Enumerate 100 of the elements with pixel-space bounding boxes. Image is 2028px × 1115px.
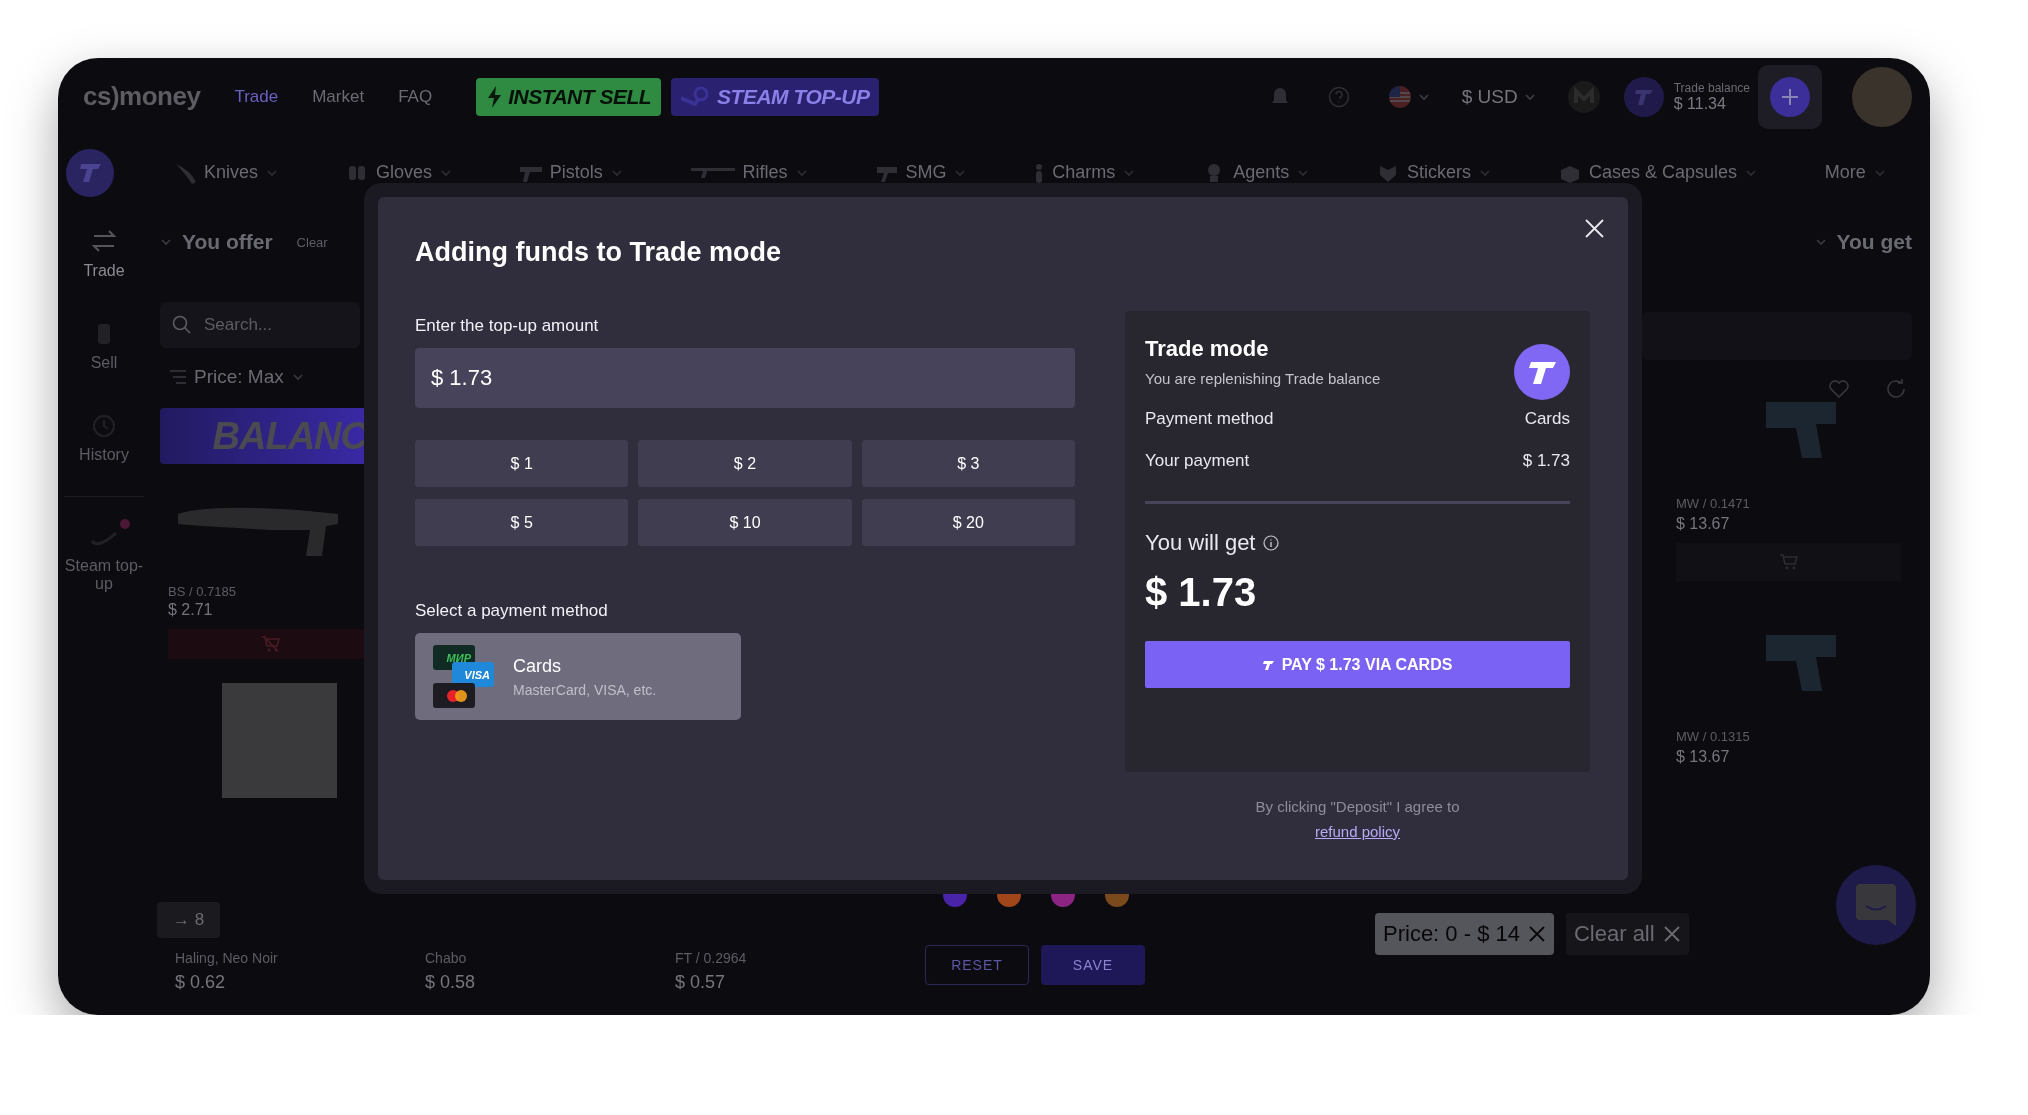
promo-button[interactable]: INSTANT SELL [476,77,662,116]
add-to-cart-button[interactable] [1676,543,1901,581]
history-icon [90,412,118,440]
amount-preset-button[interactable]: $ 1 [415,440,629,487]
category-tab[interactable]: More [1824,161,1886,184]
avatar-t-icon [1623,76,1664,117]
lightning-icon [486,85,503,108]
search-field[interactable]: Search... [160,302,360,348]
search-icon [172,315,191,334]
charm-icon [1034,161,1045,184]
category-tab[interactable]: Cases & Capsules [1558,161,1757,184]
category-tab[interactable]: Rifles [690,161,808,184]
field-label: Enter the top-up amount [415,316,600,336]
summary-title: Trade mode [1145,336,1270,362]
nav-link[interactable]: Trade [234,86,279,107]
info-icon[interactable] [1263,535,1280,551]
rifle-icon [690,167,735,178]
caret-icon [954,167,967,178]
close-icon[interactable] [1527,925,1546,943]
logo[interactable]: cs)money [83,81,201,112]
caret-icon [160,237,172,247]
method-name: Cards [513,655,562,677]
sidebar-item[interactable]: Steam top-up [64,523,144,593]
clear-link[interactable]: Clear [296,234,328,250]
caret-icon [610,167,623,178]
agreement-text: By clicking "Deposit" I agree to [1254,797,1461,817]
heart-icon[interactable] [1828,378,1850,398]
caret-icon [1745,167,1757,178]
caret-icon [1873,167,1886,178]
save-button[interactable]: SAVE [1041,945,1145,985]
help-icon[interactable] [1327,85,1350,108]
nav-link[interactable]: Market [312,86,365,107]
category-tab[interactable]: Stickers [1377,161,1492,184]
caret-icon [795,167,808,178]
refund-policy-link[interactable]: refund policy [1314,823,1401,840]
panel-title: You get [1836,230,1912,254]
category-tab[interactable]: Charms [1034,161,1136,184]
amount-preset-button[interactable]: $ 10 [638,499,852,546]
modal-title: Adding funds to Trade mode [415,237,782,269]
category-tab[interactable]: Gloves [345,161,452,184]
close-icon [1585,219,1604,238]
item-name: FT / 0.2964 [675,950,748,966]
item-price: $ 2.71 [168,601,214,619]
summary-label: Payment method [1145,409,1274,429]
caret-icon [1123,167,1136,178]
panel-title: You offer [182,230,273,254]
summary-subtitle: You are replenishing Trade balance [1145,370,1382,387]
sort-dropdown[interactable]: Price: Max [170,362,375,392]
sidebar-item[interactable]: Sell [64,320,144,372]
receive-label: You will get [1145,530,1256,556]
flag-icon[interactable] [1387,84,1412,109]
caret-icon [439,167,452,178]
receive-amount: $ 1.73 [1145,570,1258,615]
payment-cards-drawing: МИР VISA [433,645,495,708]
item-price: $ 0.58 [425,972,477,993]
balance-label: Trade balance [1673,80,1750,95]
summary-value: $ 1.73 [1522,451,1570,471]
category-tab[interactable]: Agents [1203,161,1310,184]
method-description: MasterCard, VISA, etc. [513,681,657,698]
caret-icon [266,167,279,178]
item-price: $ 0.62 [175,972,227,993]
reset-button[interactable]: RESET [925,945,1029,985]
item-price: $ 0.57 [675,972,727,993]
sort-lines-icon [170,369,186,385]
category-tab[interactable]: Pistols [519,161,623,184]
promo-button[interactable]: STEAM TOP-UP [671,77,880,116]
category-tab[interactable]: Knives [174,161,279,184]
caret-icon [1523,91,1536,102]
amount-preset-button[interactable]: $ 3 [861,440,1075,487]
payment-method-option[interactable]: МИР VISA Cards MasterCard, VISA, etc. [415,633,741,720]
amount-preset-button[interactable]: $ 2 [638,440,852,487]
category-tab[interactable]: SMG [875,161,967,184]
sidebar-item[interactable]: Trade [64,228,144,280]
nav-link[interactable]: FAQ [398,86,433,107]
amount-preset-button[interactable]: $ 5 [415,499,629,546]
refresh-icon[interactable] [1886,378,1906,398]
section-label: Select a payment method [415,601,609,621]
filter-chip[interactable]: Price: 0 - $ 14 [1375,913,1554,955]
currency-selector[interactable]: $ USD [1461,85,1536,108]
filter-chip[interactable]: Clear all [1565,913,1689,955]
amount-input-field[interactable]: $ 1.73 [415,348,1075,408]
sidebar-item[interactable]: History [64,412,144,464]
item-name: Chabo [425,950,468,966]
add-funds-button[interactable] [1758,64,1822,129]
caret-icon [1297,167,1310,178]
coin-icon[interactable] [1567,80,1600,113]
amount-preset-button[interactable]: $ 20 [861,499,1075,546]
user-avatar[interactable] [1852,66,1912,127]
item-price: $ 13.67 [1676,748,1731,766]
balance-value: $ 11.34 [1673,94,1727,113]
avatar-t-icon[interactable] [66,148,114,197]
pay-button[interactable]: PAY $ 1.73 VIA CARDS [1145,641,1570,688]
caret-icon [291,372,304,382]
close-icon[interactable] [1662,925,1681,943]
plus-icon [1770,76,1810,117]
caret-icon [1814,237,1827,247]
item-price: $ 13.67 [1676,515,1731,533]
item-name: Haling, Neo Noir [175,950,279,966]
t-logo-icon [1262,659,1274,670]
caret-icon [1479,167,1492,178]
